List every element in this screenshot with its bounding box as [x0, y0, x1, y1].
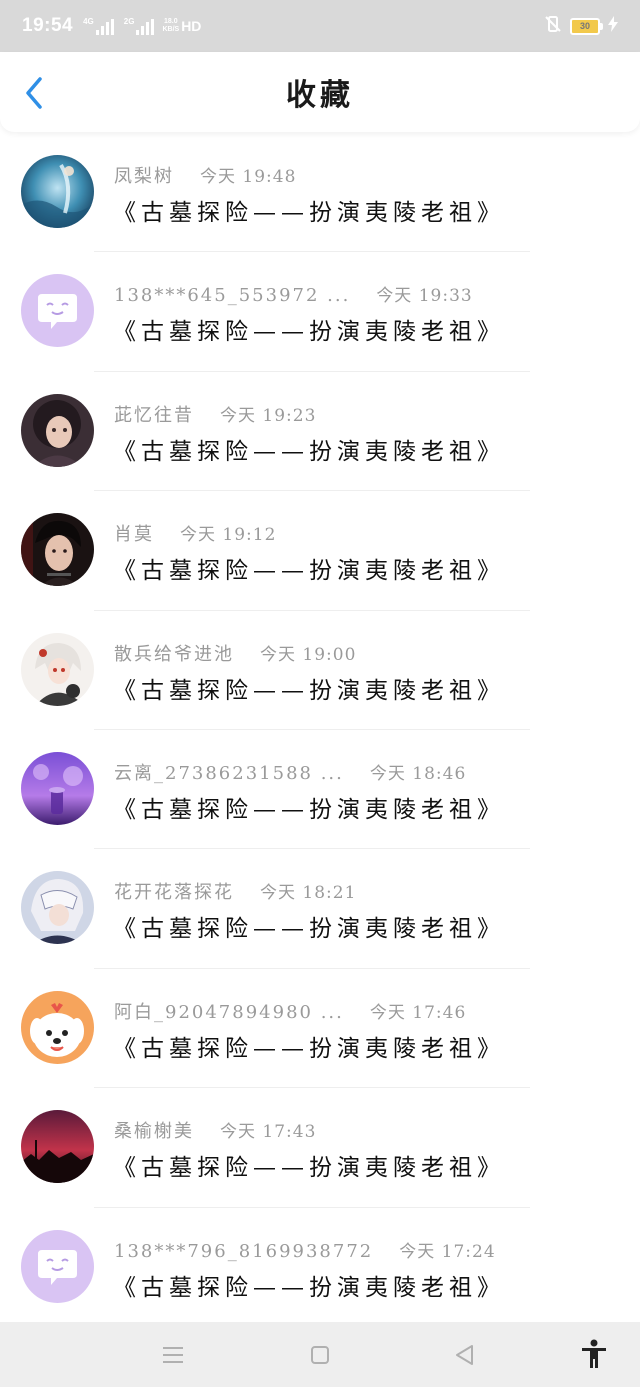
favorites-list: 凤梨树 今天 19:48 《古墓探险——扮演夷陵老祖》 138***645_55… [0, 133, 640, 1327]
list-item[interactable]: 138***796_8169938772 今天 17:24 《古墓探险——扮演夷… [0, 1208, 640, 1327]
net-speed: 18.0 KB/S [162, 18, 179, 34]
hd-label: HD [181, 18, 202, 34]
story-title[interactable]: 《古墓探险——扮演夷陵老祖》 [113, 551, 505, 585]
timestamp: 今天 19:23 [220, 405, 317, 426]
author-name: 阿白_92047894980 ... [114, 1001, 344, 1023]
list-item[interactable]: 凤梨树 今天 19:48 《古墓探险——扮演夷陵老祖》 [0, 133, 640, 253]
author-name: 云离_27386231588 ... [114, 762, 344, 784]
author-name: 138***645_553972 ... [114, 285, 351, 307]
timestamp: 今天 19:48 [200, 167, 297, 187]
list-item[interactable]: 桑榆榭美 今天 17:43 《古墓探险——扮演夷陵老祖》 [0, 1088, 640, 1208]
list-item[interactable]: 茈忆往昔 今天 19:23 《古墓探险——扮演夷陵老祖》 [0, 372, 640, 492]
battery-level: 30 [579, 21, 590, 31]
story-title[interactable]: 《古墓探险——扮演夷陵老祖》 [113, 1148, 505, 1182]
sim2-signal-icon: 2G [124, 17, 155, 35]
menu-icon [163, 1347, 183, 1363]
author-name: 138***796_8169938772 [114, 1240, 374, 1262]
author-name: 肖莫 [114, 524, 154, 546]
story-title[interactable]: 《古墓探险——扮演夷陵老祖》 [113, 193, 505, 227]
accessibility-button[interactable] [580, 1339, 608, 1369]
author-name: 桑榆榭美 [114, 1121, 194, 1143]
header: 收藏 [0, 52, 640, 132]
chevron-left-icon [26, 77, 42, 109]
list-item[interactable]: 散兵给爷进池 今天 19:00 《古墓探险——扮演夷陵老祖》 [0, 611, 640, 730]
page-title: 收藏 [286, 78, 354, 113]
story-title[interactable]: 《古墓探险——扮演夷陵老祖》 [113, 671, 505, 705]
story-title[interactable]: 《古墓探险——扮演夷陵老祖》 [113, 790, 505, 824]
bottom-nav-bar [0, 1322, 640, 1387]
story-title[interactable]: 《古墓探险——扮演夷陵老祖》 [113, 1029, 505, 1063]
timestamp: 今天 17:43 [220, 1122, 317, 1143]
home-button[interactable] [307, 1342, 333, 1368]
battery-icon: 30 [570, 17, 603, 35]
author-name: 凤梨树 [114, 166, 174, 187]
list-item[interactable]: 云离_27386231588 ... 今天 18:46 《古墓探险——扮演夷陵老… [0, 730, 640, 850]
avatar [21, 393, 94, 467]
timestamp: 今天 17:46 [369, 1002, 467, 1023]
timestamp: 今天 18:46 [369, 763, 467, 784]
avatar [21, 871, 94, 945]
list-item[interactable]: 138***645_553972 ... 今天 19:33 《古墓探险——扮演夷… [0, 252, 640, 372]
story-title[interactable]: 《古墓探险——扮演夷陵老祖》 [113, 432, 505, 466]
timestamp: 今天 18:21 [260, 883, 357, 904]
status-bar: 19:54 4G 2G 18.0 KB/S HD 30 [0, 0, 640, 52]
back-button[interactable] [22, 76, 52, 110]
avatar [21, 1110, 94, 1184]
author-name: 茈忆往昔 [114, 404, 194, 426]
sim1-signal-icon: 4G [83, 17, 114, 35]
author-name: 花开花落探花 [114, 882, 234, 904]
avatar [21, 990, 94, 1064]
avatar [21, 751, 94, 825]
accessibility-icon [582, 1339, 606, 1368]
timestamp: 今天 19:00 [260, 644, 357, 665]
sim1-label: 4G [83, 17, 94, 26]
avatar [21, 1229, 94, 1303]
list-item[interactable]: 阿白_92047894980 ... 今天 17:46 《古墓探险——扮演夷陵老… [0, 969, 640, 1089]
list-item[interactable]: 肖莫 今天 19:12 《古墓探险——扮演夷陵老祖》 [0, 491, 640, 611]
author-name: 散兵给爷进池 [114, 643, 234, 665]
timestamp: 今天 19:33 [376, 286, 473, 307]
avatar [21, 155, 94, 228]
status-time: 19:54 [22, 15, 74, 36]
nav-back-button[interactable] [452, 1342, 478, 1368]
sim2-label: 2G [123, 17, 135, 26]
list-item[interactable]: 花开花落探花 今天 18:21 《古墓探险——扮演夷陵老祖》 [0, 849, 640, 969]
story-title[interactable]: 《古墓探险——扮演夷陵老祖》 [113, 312, 505, 346]
net-speed-unit: KB/S [162, 26, 180, 33]
vibrate-mute-icon [544, 15, 562, 38]
timestamp: 今天 17:24 [399, 1241, 496, 1262]
menu-button[interactable] [160, 1342, 186, 1368]
avatar [21, 632, 94, 706]
story-title[interactable]: 《古墓探险——扮演夷陵老祖》 [113, 909, 505, 943]
charging-icon [608, 15, 618, 37]
avatar [21, 274, 94, 348]
net-speed-value: 18.0 [164, 18, 178, 25]
back-triangle-icon [456, 1345, 473, 1365]
home-square-icon [311, 1346, 329, 1364]
timestamp: 今天 19:12 [180, 525, 277, 546]
story-title[interactable]: 《古墓探险——扮演夷陵老祖》 [113, 1268, 505, 1302]
avatar [21, 513, 94, 587]
